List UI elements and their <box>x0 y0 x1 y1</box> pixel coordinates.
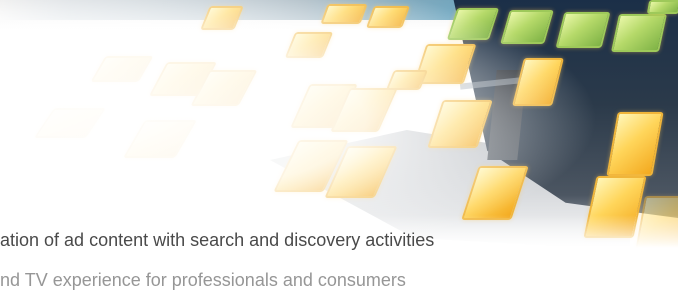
hero-banner: ation of ad content with search and disc… <box>0 0 678 297</box>
media-tile <box>610 14 668 52</box>
media-tile <box>284 32 334 58</box>
caption-line-2: nd TV experience for professionals and c… <box>0 270 406 290</box>
caption-line-1: ation of ad content with search and disc… <box>0 230 435 250</box>
media-tile <box>33 108 107 138</box>
media-tile <box>385 70 429 90</box>
media-tile <box>646 0 678 14</box>
media-tile <box>555 12 611 48</box>
media-tile <box>90 56 154 82</box>
media-tile <box>320 4 368 24</box>
media-tile <box>123 120 197 158</box>
media-tile <box>427 100 493 148</box>
